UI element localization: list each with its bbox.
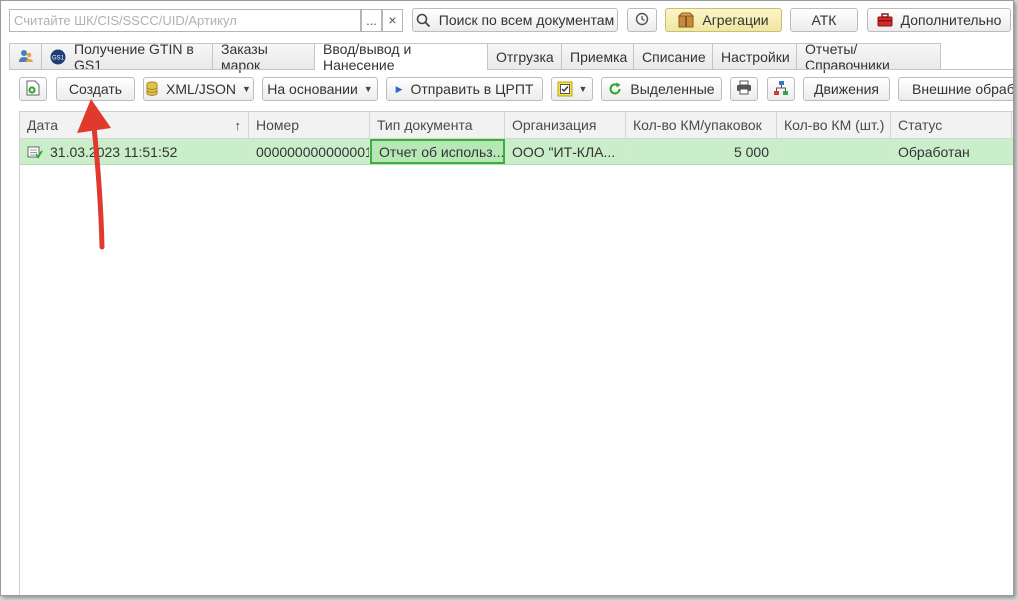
- selected-button[interactable]: Выделенные: [601, 77, 722, 101]
- structure-button[interactable]: [767, 77, 795, 101]
- barcode-search-dots-button[interactable]: ...: [361, 9, 382, 32]
- refresh-doc-button[interactable]: [19, 77, 47, 101]
- barcode-search-input[interactable]: Считайте ШК/CIS/SSCC/UID/Артикул: [9, 9, 361, 32]
- selected-label: Выделенные: [630, 81, 715, 97]
- search-icon: [416, 13, 431, 28]
- database-icon: [146, 81, 158, 97]
- atk-label: АТК: [811, 12, 837, 28]
- app-window: Считайте ШК/CIS/SSCC/UID/Артикул ... × П…: [0, 0, 1014, 596]
- table-row[interactable]: 31.03.2023 11:51:52 000000000000001 Отче…: [20, 139, 1013, 165]
- column-header-doc-type[interactable]: Тип документа: [370, 112, 505, 138]
- tab-divider: [9, 69, 1013, 70]
- external-processing-button[interactable]: Внешние обработки: [898, 77, 1014, 101]
- aggregation-label: Агрегации: [702, 12, 769, 28]
- tab-input-output[interactable]: Ввод/вывод и Нанесение: [314, 41, 488, 73]
- toolbox-icon: [877, 13, 893, 27]
- tab-settings[interactable]: Настройки: [712, 43, 797, 69]
- cell-number-value: 000000000000001: [256, 143, 370, 160]
- atk-button[interactable]: АТК: [790, 8, 858, 32]
- xml-json-button[interactable]: XML/JSON ▼: [143, 77, 254, 101]
- send-to-crpt-label: Отправить в ЦРПТ: [410, 81, 534, 97]
- tab-gtin-gs1[interactable]: GS1 Получение GTIN в GS1: [41, 41, 213, 73]
- create-label: Создать: [68, 81, 123, 97]
- documents-table: Дата ↑ Номер Тип документа Организация К…: [19, 111, 1013, 595]
- column-header-number-label: Номер: [256, 117, 300, 133]
- column-header-organization[interactable]: Организация: [505, 112, 626, 138]
- barcode-search-clear-button[interactable]: ×: [382, 9, 403, 32]
- search-all-documents-label: Поиск по всем документам: [438, 12, 615, 28]
- tab-input-output-label: Ввод/вывод и Нанесение: [323, 41, 412, 73]
- additional-button[interactable]: Дополнительно: [867, 8, 1011, 32]
- tab-write-off-label: Списание: [642, 48, 706, 65]
- movements-button[interactable]: Движения: [803, 77, 890, 101]
- column-header-doc-type-label: Тип документа: [377, 117, 473, 133]
- history-button[interactable]: [627, 8, 657, 32]
- tab-settings-label: Настройки: [721, 48, 790, 65]
- tab-reports[interactable]: Отчеты/Справочники: [796, 41, 941, 73]
- document-posted-icon: [27, 145, 43, 159]
- movements-label: Движения: [813, 81, 880, 97]
- printer-icon: [736, 80, 752, 98]
- svg-text:GS1: GS1: [52, 55, 65, 61]
- xml-json-label: XML/JSON: [166, 81, 237, 97]
- based-on-label: На основании: [267, 81, 358, 97]
- column-header-date-label: Дата: [27, 117, 59, 133]
- cell-km-pcs[interactable]: [777, 139, 891, 164]
- table-header: Дата ↑ Номер Тип документа Организация К…: [20, 112, 1013, 139]
- chevron-down-icon: ▼: [242, 84, 251, 94]
- mark-dropdown-button[interactable]: ▼: [551, 77, 593, 101]
- play-icon: ▶: [395, 83, 403, 94]
- main-tabs: GS1 Получение GTIN в GS1 Заказы марок Вв…: [9, 41, 941, 73]
- sort-asc-icon: ↑: [234, 117, 242, 133]
- cell-date-value: 31.03.2023 11:51:52: [50, 143, 178, 160]
- create-button[interactable]: Создать: [56, 77, 135, 101]
- tab-users[interactable]: [9, 43, 42, 69]
- refresh-icon: [608, 82, 622, 96]
- tab-reports-label: Отчеты/Справочники: [805, 40, 890, 73]
- package-icon: [678, 12, 695, 28]
- gs1-icon: GS1: [50, 49, 66, 65]
- column-header-km-packs[interactable]: Кол-во КМ/упаковок: [626, 112, 777, 138]
- cell-status[interactable]: Обработан: [891, 139, 1012, 164]
- cell-doc-type-value: Отчет об использ...: [379, 143, 505, 160]
- cell-organization-value: ООО "ИТ-КЛА...: [512, 143, 616, 160]
- additional-label: Дополнительно: [900, 12, 1002, 28]
- column-header-status[interactable]: Статус: [891, 112, 1012, 138]
- new-document-icon: [26, 80, 40, 99]
- history-icon: [635, 12, 649, 29]
- cell-number[interactable]: 000000000000001: [249, 139, 370, 164]
- cell-date[interactable]: 31.03.2023 11:51:52: [20, 139, 249, 164]
- tab-gtin-gs1-label: Получение GTIN в GS1: [74, 40, 194, 73]
- tab-shipment[interactable]: Отгрузка: [487, 43, 562, 69]
- checkbox-icon: [557, 81, 573, 97]
- tab-mark-orders-label: Заказы марок: [221, 40, 268, 73]
- send-to-crpt-button[interactable]: ▶ Отправить в ЦРПТ: [386, 77, 543, 101]
- column-header-km-packs-label: Кол-во КМ/упаковок: [633, 117, 762, 133]
- tab-acceptance[interactable]: Приемка: [561, 43, 634, 69]
- based-on-button[interactable]: На основании ▼: [262, 77, 378, 101]
- print-button[interactable]: [730, 77, 758, 101]
- column-header-date[interactable]: Дата ↑: [20, 112, 249, 138]
- cell-organization[interactable]: ООО "ИТ-КЛА...: [505, 139, 626, 164]
- chevron-down-icon: ▼: [578, 84, 588, 94]
- column-header-number[interactable]: Номер: [249, 112, 370, 138]
- column-header-km-pcs-label: Кол-во КМ (шт.): [784, 117, 885, 133]
- cell-doc-type[interactable]: Отчет об использ...: [370, 139, 505, 164]
- column-header-organization-label: Организация: [512, 117, 597, 133]
- tab-write-off[interactable]: Списание: [633, 43, 713, 69]
- column-header-status-label: Статус: [898, 117, 943, 133]
- chevron-down-icon: ▼: [363, 84, 373, 94]
- tab-shipment-label: Отгрузка: [496, 48, 554, 65]
- hierarchy-icon: [773, 80, 789, 99]
- tab-acceptance-label: Приемка: [570, 48, 628, 65]
- column-header-km-pcs[interactable]: Кол-во КМ (шт.): [777, 112, 891, 138]
- cell-status-value: Обработан: [898, 143, 970, 160]
- external-processing-label: Внешние обработки: [912, 81, 1014, 97]
- tab-mark-orders[interactable]: Заказы марок: [212, 41, 315, 73]
- cell-km-packs[interactable]: 5 000: [626, 139, 777, 164]
- users-icon: [18, 48, 34, 66]
- cell-km-packs-value: 5 000: [733, 143, 769, 160]
- aggregation-button[interactable]: Агрегации: [665, 8, 782, 32]
- search-all-documents-button[interactable]: Поиск по всем документам: [412, 8, 618, 32]
